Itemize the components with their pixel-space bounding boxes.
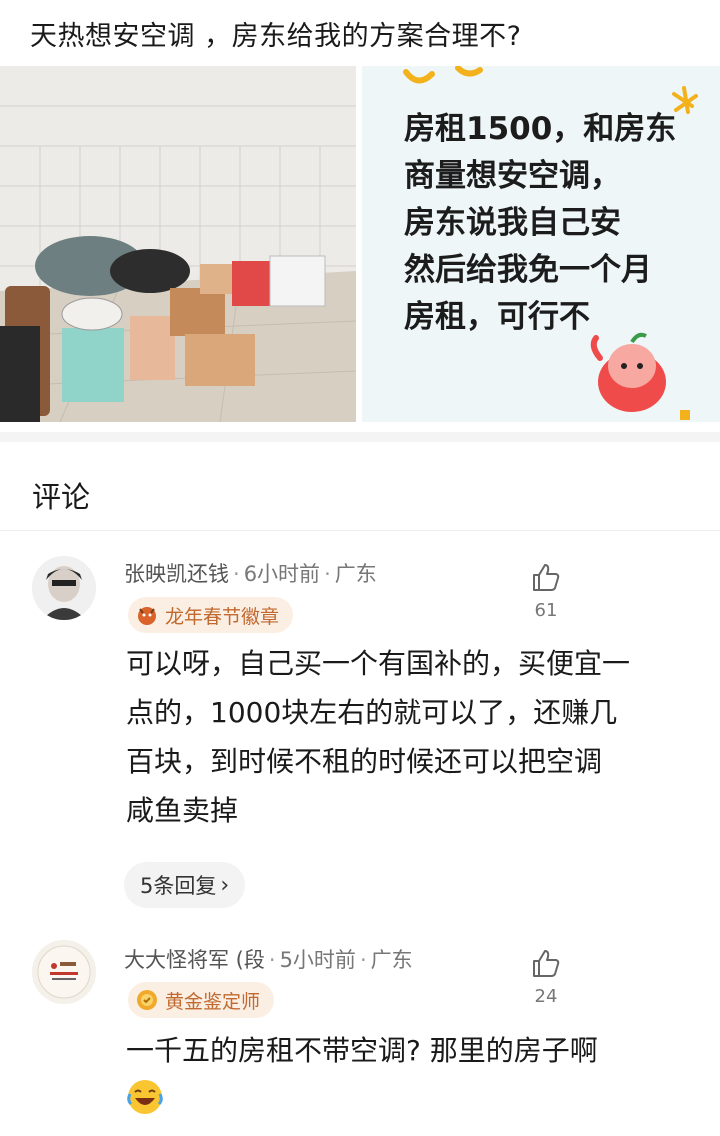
comment-meta: 大大怪将军 (段 · 5小时前 · 广东 xyxy=(124,948,413,972)
badge-label: 黄金鉴定师 xyxy=(165,990,261,1013)
like-button[interactable]: 61 xyxy=(524,560,568,621)
meme-line: 房东说我自己安 xyxy=(404,205,621,241)
comment-location: 广东 xyxy=(370,948,413,972)
user-avatar-icon xyxy=(32,556,96,620)
comment-location: 广东 xyxy=(334,562,377,586)
avatar[interactable] xyxy=(32,556,96,620)
avatar[interactable] xyxy=(32,940,96,1004)
comment-time: 5小时前 xyxy=(279,948,356,972)
meme-caption: 房租1500，和房东 商量想安空调， 房东说我自己安 然后给我免一个月 房租，可… xyxy=(404,106,704,341)
view-replies-button[interactable]: 5条回复 › xyxy=(124,862,246,908)
comments-section-title: 评论 xyxy=(32,480,91,514)
chevron-right-icon: › xyxy=(220,872,230,898)
meme-line: 商量想安空调， xyxy=(404,158,621,194)
user-badge[interactable]: 黄金鉴定师 xyxy=(128,982,275,1018)
comment-time: 6小时前 xyxy=(243,562,321,586)
comment-line: 可以呀，自己买一个有国补的，买便宜一 xyxy=(126,647,631,680)
comment-meta: 张映凯还钱 · 6小时前 · 广东 xyxy=(124,562,377,586)
comment-username[interactable]: 张映凯还钱 xyxy=(124,562,229,586)
room-photo-illustration xyxy=(0,66,356,422)
comment-text: 可以呀，自己买一个有国补的，买便宜一 点的，1000块左右的就可以了，还赚几 百… xyxy=(126,639,696,835)
meme-line: 房租，可行不 xyxy=(404,299,590,335)
thumbs-up-icon xyxy=(533,950,560,977)
laughing-crying-emoji-icon xyxy=(126,1078,164,1116)
section-divider xyxy=(0,432,720,442)
meme-line: 然后给我免一个月 xyxy=(404,252,652,288)
post-image-room[interactable] xyxy=(0,66,356,422)
like-button[interactable]: 24 xyxy=(524,946,568,1007)
replies-label: 5条回复 xyxy=(140,874,217,898)
comment-line: 咸鱼卖掉 xyxy=(126,794,239,827)
gold-medal-icon xyxy=(134,987,160,1013)
comment-username[interactable]: 大大怪将军 (段 xyxy=(124,948,265,972)
comment-text: 一千五的房租不带空调? 那里的房子啊 xyxy=(126,1026,696,1075)
comment-line: 一千五的房租不带空调? 那里的房子啊 xyxy=(126,1034,598,1067)
divider xyxy=(0,530,720,531)
like-count: 24 xyxy=(534,986,558,1007)
post-title: 天热想安空调 ，房东给我的方案合理不? xyxy=(30,21,522,52)
user-badge[interactable]: 龙年春节徽章 xyxy=(128,597,294,633)
thumbs-up-icon xyxy=(533,564,560,591)
badge-label: 龙年春节徽章 xyxy=(165,605,280,628)
meme-line: 房租1500，和房东 xyxy=(404,111,677,147)
like-count: 61 xyxy=(534,600,558,621)
post-image-meme[interactable]: 房租1500，和房东 商量想安空调， 房东说我自己安 然后给我免一个月 房租，可… xyxy=(362,66,720,422)
comment-line: 百块，到时候不租的时候还可以把空调 xyxy=(126,745,603,778)
user-avatar-icon xyxy=(32,940,96,1004)
dragon-badge-icon xyxy=(134,602,160,628)
comment-line: 点的，1000块左右的就可以了，还赚几 xyxy=(126,696,618,729)
